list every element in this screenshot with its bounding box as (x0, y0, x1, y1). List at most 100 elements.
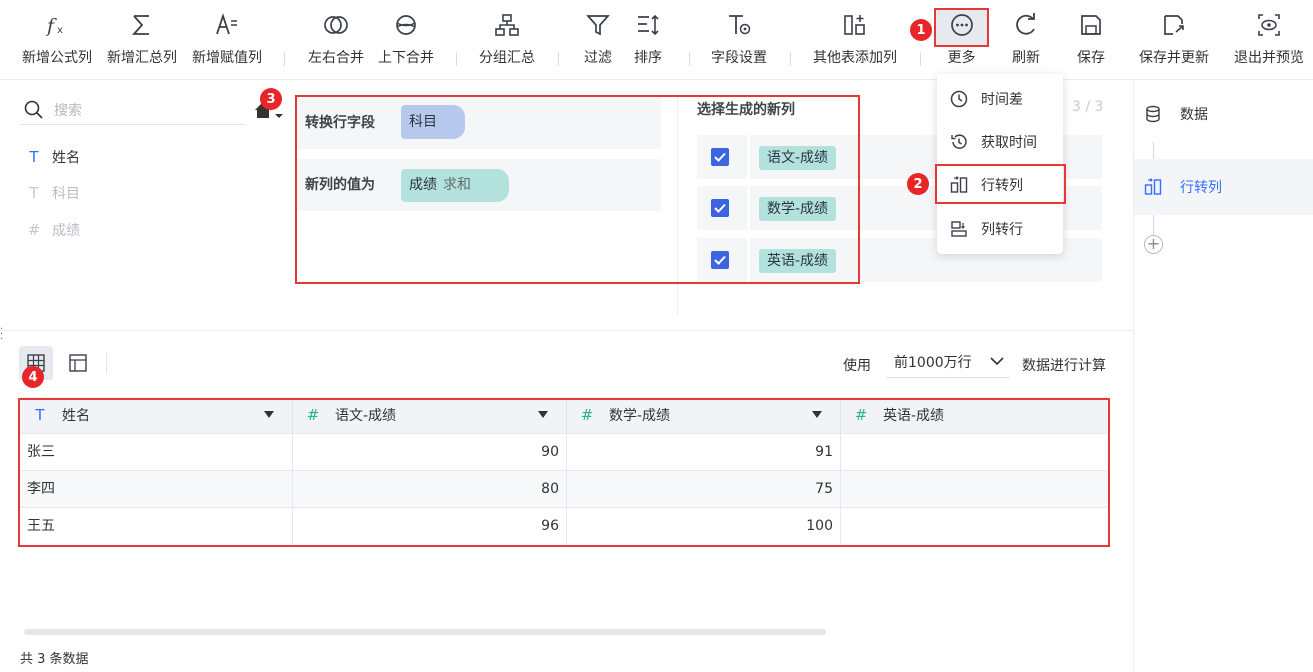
chevron-down-icon (990, 357, 1004, 366)
exit-and-preview-button[interactable]: 退出并预览 (1229, 0, 1309, 80)
menu-item-column-to-row[interactable]: 列转行 (937, 209, 1063, 249)
merge-vertical-button[interactable]: 上下合并 (374, 0, 438, 80)
toolbar: fx 新增公式列 新增汇总列 新增赋值列 左右合并 上下合并 分组汇总 过滤 排… (0, 0, 1313, 80)
step-label: 行转列 (1180, 180, 1222, 196)
merge-vertical-icon (393, 0, 419, 42)
step-badge-4: 4 (22, 366, 44, 388)
toolbar-label: 过滤 (584, 50, 612, 66)
toolbar-divider (920, 52, 921, 66)
refresh-icon (1013, 0, 1039, 42)
toolbar-label: 保存并更新 (1139, 50, 1209, 66)
step-label: 数据 (1180, 107, 1208, 123)
sort-icon (635, 0, 661, 42)
horizontal-scrollbar[interactable] (24, 629, 826, 635)
sigma-icon (129, 0, 155, 42)
column-to-row-icon (951, 221, 967, 237)
save-icon (1078, 0, 1104, 42)
search-placeholder: 搜索 (54, 102, 82, 119)
toolbar-label: 新增赋值列 (192, 50, 262, 66)
layout-icon (69, 354, 87, 372)
row-limit-select[interactable]: 前1000万行 (886, 346, 1010, 378)
preview-icon (1256, 0, 1282, 42)
field-item-score[interactable]: # 成绩 (26, 220, 80, 240)
save-and-update-button[interactable]: 保存并更新 (1133, 0, 1215, 80)
toolbar-label: 刷新 (1012, 50, 1040, 66)
save-button[interactable]: 保存 (1069, 0, 1113, 80)
search-icon (24, 100, 43, 119)
time-diff-icon (950, 90, 968, 108)
menu-item-label: 列转行 (981, 222, 1023, 238)
config-highlight-box (295, 95, 860, 284)
step-connector (1153, 142, 1154, 160)
sort-button[interactable]: 排序 (626, 0, 670, 80)
layout-view-button[interactable] (61, 346, 95, 380)
select-count: 3 / 3 (1072, 99, 1104, 115)
svg-text:x: x (57, 25, 63, 36)
get-time-icon (951, 134, 967, 149)
filter-icon (585, 0, 611, 42)
field-item-name[interactable]: T 姓名 (26, 147, 80, 167)
toolbar-label: 更多 (947, 50, 976, 66)
etl-editor-page: fx 新增公式列 新增汇总列 新增赋值列 左右合并 上下合并 分组汇总 过滤 排… (0, 0, 1313, 672)
assign-icon (214, 0, 240, 42)
toolbar-divider (284, 52, 285, 66)
toolbar-divider (456, 52, 457, 66)
toolbar-divider (790, 52, 791, 66)
field-label: 科目 (52, 186, 80, 202)
database-icon (1146, 105, 1160, 123)
use-label: 使用 (843, 358, 871, 374)
toolbar-divider (689, 52, 690, 66)
menu-item-highlight (935, 164, 1066, 204)
text-type-icon: T (29, 148, 39, 166)
number-type-icon: # (27, 221, 41, 239)
field-settings-button[interactable]: 字段设置 (706, 0, 772, 80)
table-highlight-box (18, 398, 1110, 547)
step-badge-1: 1 (910, 19, 932, 41)
field-search-input[interactable]: 搜索 (20, 95, 245, 125)
toolbar-label: 退出并预览 (1234, 50, 1304, 66)
group-icon (494, 0, 520, 42)
steps-panel: 数据 行转列 + (1133, 80, 1313, 672)
row-to-column-icon (1144, 178, 1162, 195)
filter-button[interactable]: 过滤 (576, 0, 620, 80)
field-label: 成绩 (52, 223, 80, 239)
add-column-icon (842, 0, 868, 42)
new-summary-column-button[interactable]: 新增汇总列 (103, 0, 181, 80)
refresh-button[interactable]: 刷新 (1004, 0, 1048, 80)
row-limit-value: 前1000万行 (894, 354, 972, 371)
merge-horizontal-icon (323, 0, 349, 42)
save-update-icon (1161, 0, 1187, 42)
new-formula-column-button[interactable]: fx 新增公式列 (18, 0, 96, 80)
step-item-row-to-column[interactable]: 行转列 (1134, 159, 1313, 215)
step-badge-3: 3 (260, 88, 282, 110)
group-summary-button[interactable]: 分组汇总 (475, 0, 539, 80)
toolbar-label: 分组汇总 (479, 50, 535, 66)
add-step-button[interactable]: + (1144, 235, 1163, 254)
step-item-data[interactable]: 数据 (1134, 86, 1313, 142)
field-item-subject[interactable]: T 科目 (26, 183, 80, 203)
step-connector (1153, 215, 1154, 235)
toolbar-label: 排序 (634, 50, 662, 66)
panel-divider (0, 330, 1133, 331)
more-button[interactable]: 更多 (934, 0, 989, 80)
add-column-from-other-table-button[interactable]: 其他表添加列 (808, 0, 902, 80)
toolbar-label: 左右合并 (308, 50, 364, 66)
merge-horizontal-button[interactable]: 左右合并 (304, 0, 368, 80)
total-rows-text: 共 3 条数据 (20, 652, 89, 667)
toolbar-divider (106, 352, 107, 374)
menu-item-label: 获取时间 (981, 135, 1037, 151)
more-icon (949, 0, 975, 42)
toolbar-label: 字段设置 (711, 50, 767, 66)
toolbar-label: 上下合并 (378, 50, 434, 66)
svg-text:f: f (45, 15, 57, 37)
toolbar-divider (558, 52, 559, 66)
menu-item-get-time[interactable]: 获取时间 (937, 122, 1063, 162)
menu-item-time-diff[interactable]: 时间差 (937, 79, 1063, 119)
toolbar-label: 其他表添加列 (813, 50, 897, 66)
toolbar-label: 新增汇总列 (107, 50, 177, 66)
formula-icon: fx (44, 0, 70, 42)
field-settings-icon (726, 0, 752, 42)
new-assign-column-button[interactable]: 新增赋值列 (188, 0, 266, 80)
resize-handle[interactable]: · · · (0, 325, 3, 345)
text-type-icon: T (29, 184, 39, 202)
